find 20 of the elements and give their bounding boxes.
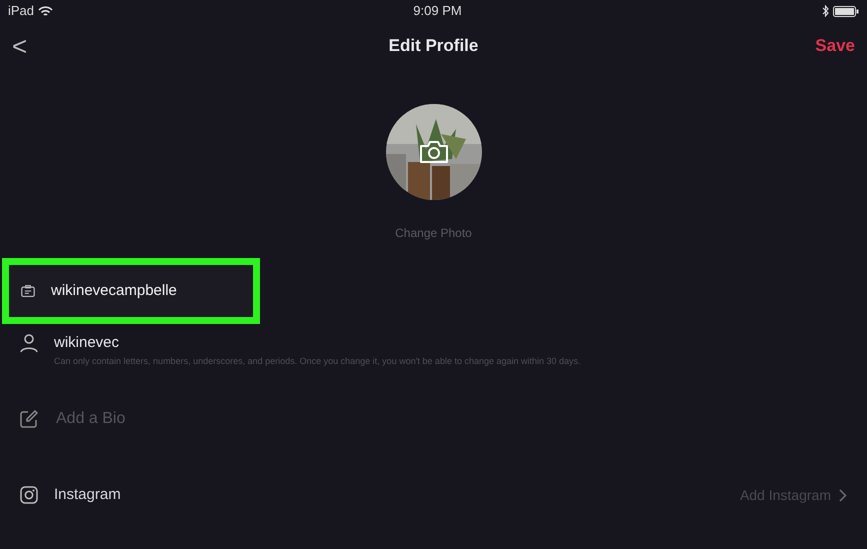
person-icon [20, 333, 38, 354]
name-input[interactable]: wikinevecampbelle [51, 280, 241, 302]
back-button[interactable]: < [12, 33, 28, 59]
bluetooth-icon [822, 5, 829, 17]
battery-icon [832, 6, 859, 16]
username-hint: Can only contain letters, numbers, underscores, and periods. Once you change it, you won't be able to change again within 30 days. [54, 354, 582, 368]
edit-icon [20, 410, 38, 428]
camera-icon [418, 140, 448, 164]
instagram-icon [20, 486, 38, 504]
device-name: iPad [8, 2, 34, 20]
social-label: Instagram [54, 485, 121, 505]
username-value[interactable]: wikinevec [54, 332, 120, 354]
save-button[interactable]: Save [815, 33, 855, 59]
id-card-icon [21, 283, 35, 299]
chevron-icon [839, 488, 847, 502]
wifi-icon [38, 6, 54, 16]
status-time: 9:09 PM [413, 2, 462, 20]
page-title: Edit Profile [388, 35, 478, 58]
name-field[interactable]: wikinevecampbelle [9, 265, 253, 317]
bio-field[interactable]: Add a Bio [54, 406, 265, 432]
